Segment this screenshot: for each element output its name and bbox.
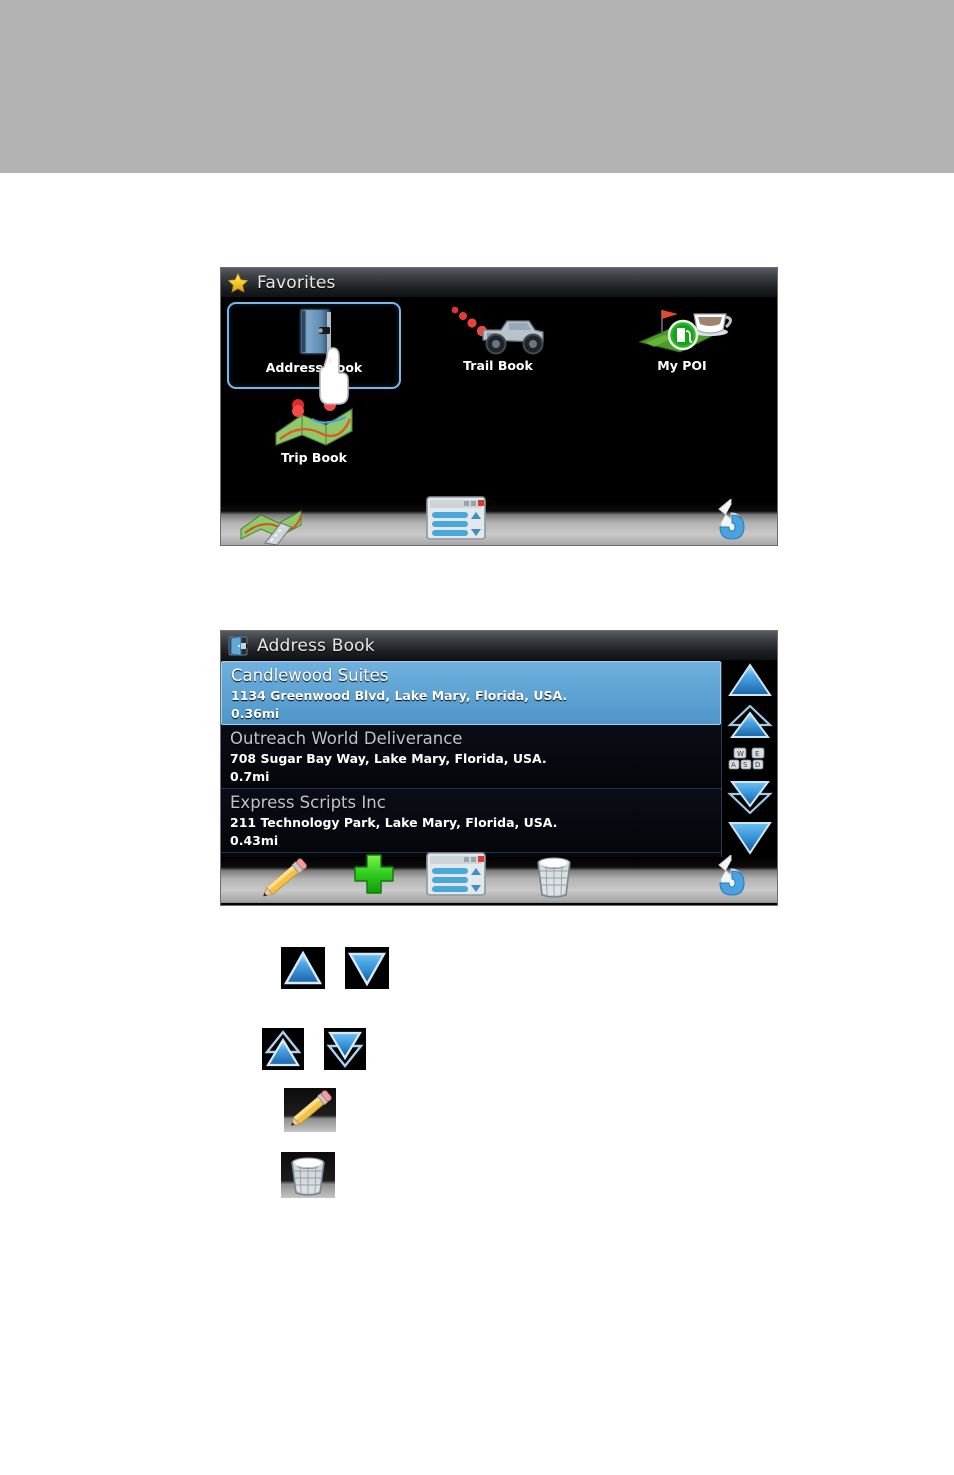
list-window-icon[interactable] <box>424 849 488 899</box>
favorites-toolbar <box>221 496 777 545</box>
green-plus-icon[interactable] <box>349 851 399 897</box>
entry-name: Outreach World Deliverance <box>230 729 463 748</box>
hand-pointer-icon <box>311 333 355 409</box>
entry-address: 708 Sugar Bay Way, Lake Mary, Florida, U… <box>230 751 547 766</box>
address-book-title-bar: Address Book <box>221 631 777 661</box>
trash-can-icon[interactable] <box>528 853 580 899</box>
favorites-item-trail-book[interactable]: Trail Book <box>411 302 585 389</box>
svg-text:A: A <box>731 761 736 769</box>
address-book-toolbar <box>221 852 777 903</box>
map-road-icon[interactable] <box>235 503 311 545</box>
top-banner <box>0 0 954 173</box>
favorites-grid: Address Book Trail Book My POI Trip Book <box>221 298 777 501</box>
entry-name: Candlewood Suites <box>231 666 389 685</box>
offroad-truck-icon <box>411 302 585 358</box>
svg-text:W: W <box>737 750 744 758</box>
favorites-item-label: Trail Book <box>463 358 533 373</box>
blue-return-arrow-icon[interactable] <box>705 497 757 545</box>
favorites-item-label: Trip Book <box>281 450 347 465</box>
entry-address: 211 Technology Park, Lake Mary, Florida,… <box>230 815 558 830</box>
entry-distance: 0.36mi <box>231 706 280 721</box>
list-item[interactable]: Express Scripts Inc 211 Technology Park,… <box>221 789 722 853</box>
favorites-title-bar: Favorites <box>221 268 777 298</box>
entry-distance: 0.7mi <box>230 769 270 784</box>
legend-page-up-icon <box>262 1028 304 1070</box>
address-book-list: Candlewood Suites 1134 Greenwood Blvd, L… <box>221 661 723 857</box>
entry-distance: 0.43mi <box>230 833 279 848</box>
address-book-scrollbar: W E ASD <box>722 661 777 857</box>
address-book-body: Candlewood Suites 1134 Greenwood Blvd, L… <box>221 661 777 857</box>
favorites-title: Favorites <box>257 272 336 293</box>
address-book-screen: Address Book Candlewood Suites 1134 Gree… <box>220 630 778 906</box>
address-book-title: Address Book <box>257 635 375 656</box>
page-up-button[interactable] <box>726 703 773 739</box>
blue-return-arrow-icon[interactable] <box>705 853 757 901</box>
legend-page-down-icon <box>324 1028 366 1070</box>
favorites-item-label: My POI <box>657 358 707 373</box>
page-down-button[interactable] <box>726 780 773 815</box>
poi-flag-coffee-icon <box>595 302 769 358</box>
open-door-icon <box>227 635 249 657</box>
list-item[interactable]: Candlewood Suites 1134 Greenwood Blvd, L… <box>221 661 722 725</box>
list-item[interactable]: Outreach World Deliverance 708 Sugar Bay… <box>221 725 722 789</box>
keyboard-button[interactable]: W E ASD <box>727 745 773 773</box>
pencil-icon[interactable] <box>255 857 311 901</box>
favorites-item-my-poi[interactable]: My POI <box>595 302 769 389</box>
scroll-up-button[interactable] <box>727 662 773 698</box>
entry-address: 1134 Greenwood Blvd, Lake Mary, Florida,… <box>231 688 568 703</box>
legend-scroll-down-icon <box>345 947 389 989</box>
svg-text:E: E <box>755 750 759 758</box>
legend-scroll-up-icon <box>281 947 325 989</box>
scroll-down-button[interactable] <box>727 820 773 856</box>
favorites-screen: Favorites Address Book Trail Book My POI… <box>220 267 778 546</box>
svg-text:D: D <box>755 761 760 769</box>
legend-delete-icon <box>281 1152 335 1198</box>
legend-edit-icon <box>284 1088 336 1132</box>
list-window-icon[interactable] <box>424 493 488 543</box>
star-icon <box>227 272 249 294</box>
entry-name: Express Scripts Inc <box>230 793 386 812</box>
svg-text:S: S <box>743 761 748 769</box>
